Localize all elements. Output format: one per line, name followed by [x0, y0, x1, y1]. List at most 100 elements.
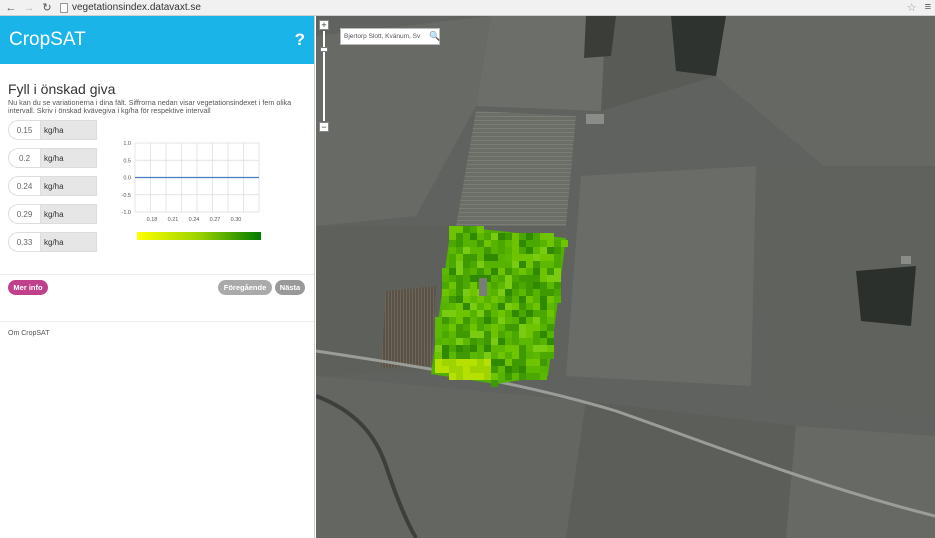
reload-icon[interactable]: ↻ [40, 1, 54, 15]
vegetation-cell [540, 331, 547, 338]
vegetation-cell [533, 359, 540, 366]
vegetation-cell [519, 373, 526, 380]
vegetation-cell [540, 268, 547, 275]
vegetation-cell [505, 275, 512, 282]
dose-input[interactable]: kg/ha [40, 204, 97, 224]
search-icon[interactable]: 🔍 [428, 29, 442, 43]
vegetation-cell [512, 366, 519, 373]
map-search-input[interactable]: Bjertorp Slott, Kvänum, Sv [340, 28, 440, 45]
vegetation-cell [449, 366, 456, 373]
vegetation-cell [449, 338, 456, 345]
zoom-in-button[interactable]: + [319, 20, 329, 30]
vegetation-cell [498, 366, 505, 373]
address-bar[interactable]: vegetationsindex.datavaxt.se [60, 1, 201, 15]
bookmark-star-icon[interactable]: ☆ [907, 1, 917, 14]
vegetation-cell [463, 303, 470, 310]
back-arrow-icon[interactable]: ← [4, 1, 18, 15]
vegetation-cell [449, 324, 456, 331]
vegetation-cell [449, 240, 456, 247]
chart-y-tick: 1.0 [123, 141, 131, 147]
next-button[interactable]: Nästa [275, 280, 305, 295]
dose-input[interactable]: kg/ha [40, 176, 97, 196]
vegetation-cell [435, 331, 442, 338]
zoom-slider-handle[interactable] [320, 47, 328, 52]
vegetation-cell [442, 289, 449, 296]
previous-button[interactable]: Föregående [218, 280, 272, 295]
woodland [584, 16, 616, 58]
vegetation-cell [505, 324, 512, 331]
vegetation-cell [442, 268, 449, 275]
interval-row: 0.24 kg/ha [8, 176, 97, 196]
vegetation-cell [477, 261, 484, 268]
vegetation-cell [498, 352, 505, 359]
vegetation-cell [547, 296, 554, 303]
interval-row: 0.33 kg/ha [8, 232, 97, 252]
dose-input[interactable]: kg/ha [40, 148, 97, 168]
vegetation-cell [512, 310, 519, 317]
chart-y-tick: 0.0 [123, 176, 131, 182]
satellite-map[interactable]: + − Bjertorp Slott, Kvänum, Sv 🔍 [316, 16, 935, 538]
vegetation-cell [449, 310, 456, 317]
vegetation-cell [477, 310, 484, 317]
vegetation-cell [435, 345, 442, 352]
vegetation-cell [498, 233, 505, 240]
vegetation-cell [491, 275, 498, 282]
vegetation-cell [456, 317, 463, 324]
vegetation-cell [512, 303, 519, 310]
vegetation-cell [491, 359, 498, 366]
vegetation-cell [554, 268, 561, 275]
vegetation-cell [463, 310, 470, 317]
vegetation-cell [505, 254, 512, 261]
vegetation-cell [484, 247, 491, 254]
zoom-out-button[interactable]: − [319, 122, 329, 132]
url-text: vegetationsindex.datavaxt.se [72, 2, 201, 13]
vegetation-cell [435, 317, 442, 324]
vegetation-cell [463, 240, 470, 247]
vegetation-cell [512, 324, 519, 331]
vegetation-cell [505, 317, 512, 324]
vegetation-cell [526, 317, 533, 324]
about-link[interactable]: Om CropSAT [8, 330, 50, 337]
map-imagery[interactable] [316, 16, 935, 538]
vegetation-cell [505, 261, 512, 268]
vegetation-cell [540, 359, 547, 366]
vegetation-cell [533, 352, 540, 359]
woodland [856, 266, 916, 326]
vegetation-cell [498, 303, 505, 310]
zoom-slider-track[interactable] [323, 31, 325, 121]
vegetation-cell [526, 282, 533, 289]
field-parcel [786, 426, 935, 538]
more-info-button[interactable]: Mer info [8, 280, 48, 295]
menu-icon[interactable]: ≡ [925, 1, 931, 14]
vegetation-cell [484, 359, 491, 366]
vegetation-cell [442, 352, 449, 359]
vegetation-cell [498, 345, 505, 352]
vegetation-cell [505, 331, 512, 338]
vegetation-cell [505, 303, 512, 310]
chart-y-tick: 0.5 [123, 158, 131, 164]
vegetation-cell [484, 268, 491, 275]
vegetation-cell [554, 240, 561, 247]
dose-input[interactable]: kg/ha [40, 232, 97, 252]
vegetation-cell [456, 359, 463, 366]
vegetation-cell [484, 254, 491, 261]
vegetation-cell [470, 338, 477, 345]
vegetation-cell [442, 282, 449, 289]
dose-input[interactable]: kg/ha [40, 120, 97, 140]
forward-arrow-icon[interactable]: → [22, 1, 36, 15]
vegetation-cell [442, 345, 449, 352]
vegetation-cell [505, 296, 512, 303]
help-icon[interactable]: ? [295, 30, 305, 50]
vegetation-cell [435, 352, 442, 359]
vegetation-cell [456, 261, 463, 268]
vegetation-cell [526, 324, 533, 331]
vegetation-cell [463, 317, 470, 324]
vegetation-cell [449, 268, 456, 275]
vegetation-cell [456, 275, 463, 282]
vegetation-cell [470, 345, 477, 352]
vegetation-cell [449, 331, 456, 338]
vegetation-cell [449, 373, 456, 380]
interval-row: 0.2 kg/ha [8, 148, 97, 168]
vegetation-cell [498, 317, 505, 324]
farm-building [586, 114, 604, 124]
